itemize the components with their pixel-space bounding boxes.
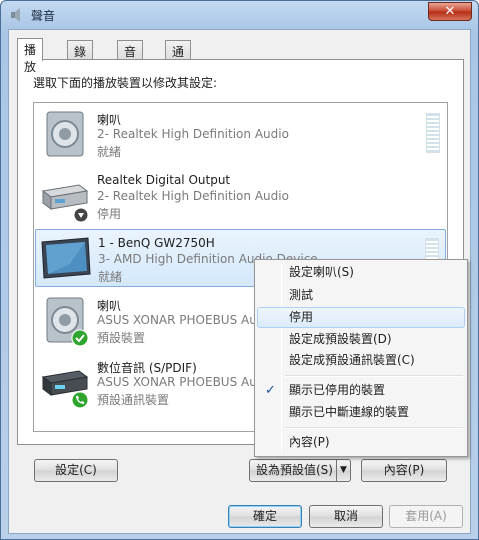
tab-recording[interactable]: 錄製 bbox=[67, 40, 94, 76]
device-name: 喇叭 bbox=[97, 113, 122, 127]
device-item[interactable]: Realtek Digital Output 2- Realtek High D… bbox=[35, 167, 446, 225]
menu-item-configure-speakers[interactable]: 設定喇叭(S) bbox=[257, 262, 465, 283]
configure-button[interactable]: 設定(C) bbox=[34, 459, 118, 482]
menu-item-show-disconnected[interactable]: 顯示已中斷連線的裝置 bbox=[257, 402, 465, 423]
device-name: Realtek Digital Output bbox=[97, 173, 231, 187]
ok-button[interactable]: 確定 bbox=[228, 505, 302, 528]
window-title: 聲音 bbox=[31, 9, 56, 23]
device-status: 預設通訊裝置 bbox=[97, 393, 170, 407]
device-description: ASUS XONAR PHOEBUS Audio bbox=[97, 375, 276, 389]
menu-item-set-default-comm[interactable]: 設定成預設通訊裝置(C) bbox=[257, 350, 465, 371]
speaker-app-icon bbox=[11, 8, 20, 22]
device-name: 數位音訊 (S/PDIF) bbox=[97, 361, 197, 375]
menu-item-disable[interactable]: 停用 bbox=[257, 307, 465, 328]
default-check-badge-icon bbox=[71, 329, 89, 347]
chevron-down-icon[interactable]: ▼ bbox=[336, 460, 350, 481]
device-item[interactable]: 喇叭 2- Realtek High Definition Audio 就緒 bbox=[35, 105, 446, 163]
menu-separator bbox=[285, 427, 463, 429]
level-meter bbox=[426, 113, 440, 153]
menu-item-test[interactable]: 測試 bbox=[257, 285, 465, 306]
device-status: 就緒 bbox=[97, 145, 122, 159]
phone-badge-icon bbox=[71, 391, 89, 409]
menu-separator bbox=[285, 375, 463, 377]
title-bar[interactable]: 聲音 ✕ bbox=[1, 1, 478, 29]
device-status: 預設裝置 bbox=[97, 331, 146, 345]
menu-item-show-disabled[interactable]: ✓ 顯示已停用的裝置 bbox=[257, 380, 465, 401]
apply-button[interactable]: 套用(A) bbox=[389, 505, 463, 528]
device-status: 就緒 bbox=[98, 270, 123, 284]
disabled-arrow-badge-icon bbox=[73, 207, 89, 223]
set-default-label: 設為預設值(S) bbox=[256, 463, 333, 477]
device-description: ASUS XONAR PHOEBUS Audio bbox=[97, 313, 276, 327]
device-description: 2- Realtek High Definition Audio bbox=[97, 127, 289, 141]
device-name: 喇叭 bbox=[97, 299, 122, 313]
close-button[interactable]: ✕ bbox=[428, 2, 472, 21]
context-menu: 設定喇叭(S) 測試 停用 設定成預設裝置(D) 設定成預設通訊裝置(C) ✓ … bbox=[254, 259, 468, 457]
set-default-split-button[interactable]: 設為預設值(S) ▼ bbox=[249, 459, 351, 482]
device-status: 停用 bbox=[97, 207, 122, 221]
device-description: 2- Realtek High Definition Audio bbox=[97, 189, 289, 203]
checkmark-icon: ✓ bbox=[265, 383, 276, 398]
device-name: 1 - BenQ GW2750H bbox=[98, 236, 215, 250]
tab-sounds[interactable]: 音效 bbox=[117, 40, 144, 76]
monitor-icon bbox=[41, 237, 91, 279]
menu-item-set-default[interactable]: 設定成預設裝置(D) bbox=[257, 329, 465, 350]
menu-item-properties[interactable]: 內容(P) bbox=[257, 432, 465, 453]
tab-communications[interactable]: 通訊 bbox=[165, 40, 192, 76]
menu-item-label: 顯示已停用的裝置 bbox=[289, 383, 386, 397]
speaker-icon bbox=[46, 111, 84, 157]
cancel-button[interactable]: 取消 bbox=[309, 505, 383, 528]
tab-playback[interactable]: 播放 bbox=[17, 38, 44, 74]
properties-button[interactable]: 內容(P) bbox=[361, 459, 447, 482]
instruction-label: 選取下面的播放裝置以修改其設定: bbox=[33, 76, 218, 90]
